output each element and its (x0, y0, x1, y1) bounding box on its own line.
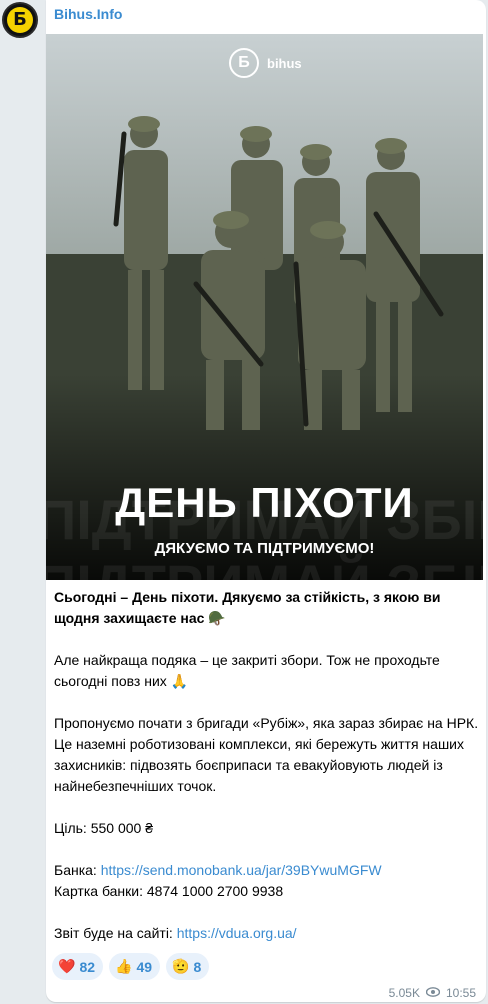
eye-icon (425, 986, 441, 1000)
channel-name[interactable]: Bihus.Info (54, 6, 122, 22)
svg-text:ПІДТРИМАЙ ЗБІР: ПІДТРИМАЙ ЗБІР (46, 553, 483, 580)
heart-icon: ❤️ (58, 958, 76, 974)
reactions-bar: ❤️ 82 👍 49 🫡 8 (52, 953, 210, 980)
thumbs-up-icon: 👍 (115, 958, 133, 974)
reaction-count: 49 (136, 958, 153, 975)
reaction-salute[interactable]: 🫡 8 (166, 953, 210, 980)
bihus-logo-text: bihus (267, 55, 302, 71)
bihus-logo: Б bihus (229, 48, 302, 78)
reaction-heart[interactable]: ❤️ 82 (52, 953, 104, 980)
reaction-thumbs-up[interactable]: 👍 49 (109, 953, 161, 980)
post-line-2: Але найкраща подяка – це закриті збори. … (54, 652, 440, 689)
post-report: Звіт буде на сайті: https://vdua.org.ua/ (54, 923, 480, 944)
message-bubble: Bihus.Info ПІДТРИМАЙ ЗБІР Б bihus ДЕНЬ П… (46, 0, 486, 1002)
report-label: Звіт буде на сайті: (54, 925, 177, 941)
reaction-count: 8 (193, 958, 202, 975)
salute-icon: 🫡 (172, 958, 190, 974)
post-goal: Ціль: 550 000 ₴ (54, 820, 153, 836)
message-meta: 5.05K 10:55 (389, 986, 476, 1000)
post-bank: Банка: https://send.monobank.ua/jar/39BY… (54, 860, 480, 881)
image-title: ДЕНЬ ПІХОТИ (115, 479, 414, 526)
post-line-1: Сьогодні – День піхоти. Дякуємо за стійк… (54, 589, 441, 626)
views-count: 5.05K (388, 986, 420, 1000)
post-line-3: Пропонуємо почати з бригади «Рубіж», яка… (54, 715, 479, 794)
bank-link[interactable]: https://send.monobank.ua/jar/39BYwuMGFW (101, 862, 382, 878)
channel-avatar[interactable]: Б (2, 2, 38, 38)
bank-label: Банка: (54, 862, 101, 878)
channel-avatar-glyph: Б (7, 7, 33, 33)
message-time: 10:55 (445, 986, 476, 1000)
reaction-count: 82 (79, 958, 96, 975)
post-image[interactable]: ПІДТРИМАЙ ЗБІР ПІДТРИМАЙ ЗБІР Б bihus ДЕ… (46, 34, 483, 580)
image-subtitle: ДЯКУЄМО ТА ПІДТРИМУЄМО! (154, 540, 375, 557)
bihus-logo-mark: Б (229, 48, 259, 78)
report-link[interactable]: https://vdua.org.ua/ (177, 925, 297, 941)
post-card: Картка банки: 4874 1000 2700 9938 (54, 883, 284, 899)
post-text: Сьогодні – День піхоти. Дякуємо за стійк… (54, 587, 480, 944)
